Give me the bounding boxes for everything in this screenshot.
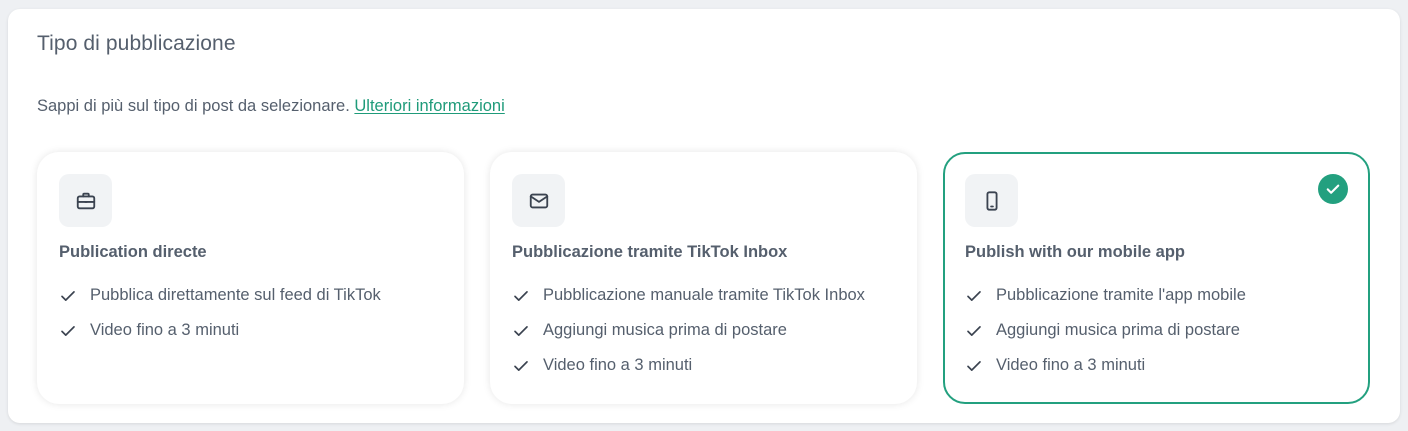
option-icon-container [512,174,565,227]
check-icon [61,325,75,336]
feature-text: Pubblicazione manuale tramite TikTok Inb… [543,286,865,304]
check-icon [967,325,981,336]
check-icon [967,360,981,371]
subtitle-text: Sappi di più sul tipo di post da selezio… [37,97,350,115]
feature-item: Video fino a 3 minuti [59,313,381,348]
feature-text: Video fino a 3 minuti [90,321,240,339]
option-card-direct-publication[interactable]: Publication directe Pubblica direttament… [37,152,464,404]
feature-text: Pubblicazione tramite l'app mobile [996,286,1246,304]
feature-item: Aggiungi musica prima di postare [965,313,1246,348]
check-icon [514,360,528,371]
feature-list: Pubblicazione tramite l'app mobile Aggiu… [965,278,1246,383]
mobile-phone-icon [986,190,997,211]
feature-item: Pubblicazione manuale tramite TikTok Inb… [512,278,865,313]
feature-item: Aggiungi musica prima di postare [512,313,865,348]
mail-icon [529,193,548,208]
feature-list: Pubblicazione manuale tramite TikTok Inb… [512,278,865,383]
check-icon [514,290,528,301]
feature-item: Video fino a 3 minuti [965,348,1246,383]
feature-item: Pubblicazione tramite l'app mobile [965,278,1246,313]
check-icon [514,325,528,336]
section-subtitle: Sappi di più sul tipo di post da selezio… [37,97,505,116]
feature-text: Aggiungi musica prima di postare [996,321,1240,339]
check-icon [967,290,981,301]
option-card-tiktok-inbox[interactable]: Pubblicazione tramite TikTok Inbox Pubbl… [490,152,917,404]
feature-item: Video fino a 3 minuti [512,348,865,383]
feature-text: Pubblica direttamente sul feed di TikTok [90,286,381,304]
learn-more-link[interactable]: Ulteriori informazioni [354,97,504,115]
feature-text: Video fino a 3 minuti [996,356,1146,374]
option-card-mobile-app[interactable]: Publish with our mobile app Pubblicazion… [943,152,1370,404]
option-title: Publication directe [59,243,207,261]
feature-list: Pubblica direttamente sul feed di TikTok… [59,278,381,348]
feature-item: Pubblica direttamente sul feed di TikTok [59,278,381,313]
publication-type-panel: Tipo di pubblicazione Sappi di più sul t… [8,9,1400,423]
option-icon-container [59,174,112,227]
feature-text: Aggiungi musica prima di postare [543,321,787,339]
briefcase-icon [76,192,95,209]
feature-text: Video fino a 3 minuti [543,356,693,374]
section-title: Tipo di pubblicazione [37,32,236,55]
option-title: Publish with our mobile app [965,243,1186,261]
selected-check-icon [1318,174,1348,204]
option-title: Pubblicazione tramite TikTok Inbox [512,243,788,261]
check-icon [61,290,75,301]
option-icon-container [965,174,1018,227]
